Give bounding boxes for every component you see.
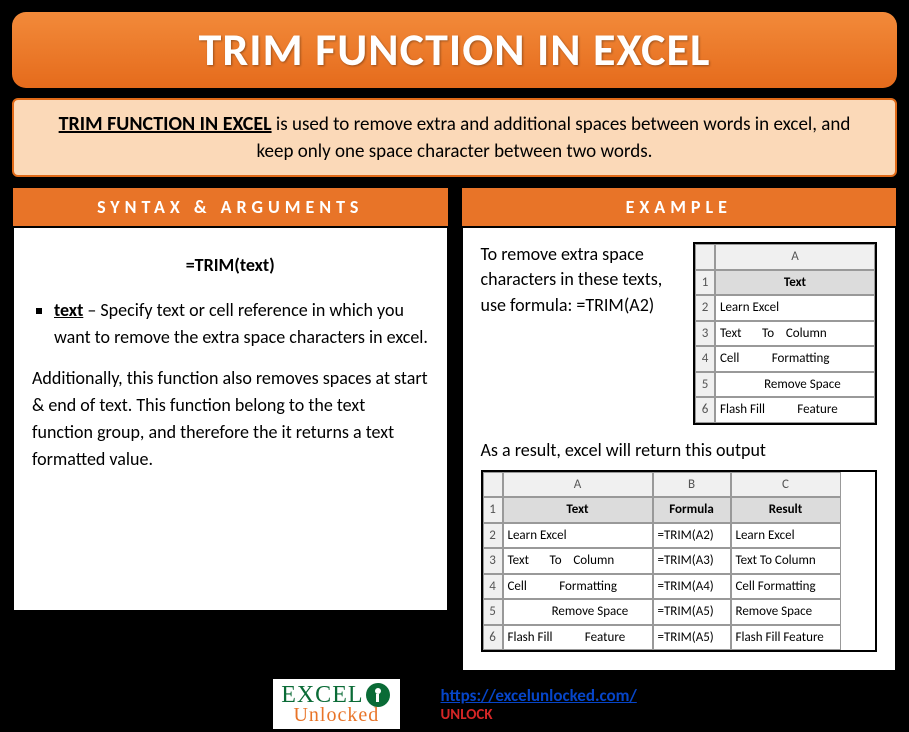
table-cell: Cell Formatting [715, 346, 875, 372]
argument-list: text – Specify text or cell reference in… [32, 297, 429, 351]
table-cell: Learn Excel [503, 523, 653, 549]
table-cell: Flash Fill Feature [715, 397, 875, 423]
table-row-head: 2 [483, 523, 503, 549]
keyhole-icon [366, 683, 390, 707]
table-col-head: C [731, 472, 841, 498]
example-input-table: A1Text2Learn Excel3Text To Column4Cell F… [693, 242, 877, 425]
table-header-cell: Formula [653, 497, 731, 523]
table-cell: Flash Fill Feature [503, 625, 653, 651]
table-cell: Text To Column [503, 548, 653, 574]
footer-link-block: https://excelunlocked.com/ UNLOCK [441, 685, 637, 724]
table-cell: =TRIM(A5) [653, 599, 731, 625]
example-top-text: To remove extra space characters in thes… [481, 242, 684, 318]
table-corner [483, 472, 503, 498]
table-header-cell: Result [731, 497, 841, 523]
argument-name: text [54, 299, 83, 321]
table-row-head: 5 [483, 599, 503, 625]
intro-lead: TRIM FUNCTION IN EXCEL [59, 112, 272, 136]
table-row-head: 1 [695, 270, 715, 296]
table-cell: Remove Space [715, 372, 875, 398]
footer-unlock-text: UNLOCK [441, 706, 637, 724]
table-header-cell: Text [503, 497, 653, 523]
table-cell: Text To Column [715, 321, 875, 347]
title-banner: TRIM FUNCTION IN EXCEL [12, 12, 897, 88]
footer: EXCEL Unlocked https://excelunlocked.com… [12, 678, 897, 730]
intro-box: TRIM FUNCTION IN EXCEL is used to remove… [12, 98, 897, 177]
table-row-head: 6 [483, 625, 503, 651]
table-row-head: 3 [695, 321, 715, 347]
table-corner [695, 244, 715, 270]
example-output-table: ABC1TextFormulaResult2Learn Excel=TRIM(A… [481, 470, 878, 653]
table-cell: Text To Column [731, 548, 841, 574]
footer-link[interactable]: https://excelunlocked.com/ [441, 685, 637, 706]
table-cell: Remove Space [503, 599, 653, 625]
table-row-head: 3 [483, 548, 503, 574]
table-cell: Learn Excel [715, 295, 875, 321]
logo: EXCEL Unlocked [272, 678, 400, 730]
argument-desc: – Specify text or cell reference in whic… [54, 299, 428, 348]
example-heading: EXAMPLE [461, 187, 898, 226]
intro-text: TRIM FUNCTION IN EXCEL is used to remove… [59, 113, 851, 163]
table-cell: Flash Fill Feature [731, 625, 841, 651]
page-title: TRIM FUNCTION IN EXCEL [12, 22, 897, 78]
table-cell: =TRIM(A2) [653, 523, 731, 549]
example-top-row: To remove extra space characters in thes… [481, 242, 878, 425]
table-cell: Cell Formatting [731, 574, 841, 600]
syntax-column: SYNTAX & ARGUMENTS =TRIM(text) text – Sp… [12, 187, 449, 672]
columns: SYNTAX & ARGUMENTS =TRIM(text) text – Sp… [12, 187, 897, 672]
table-row-head: 2 [695, 295, 715, 321]
example-column: EXAMPLE To remove extra space characters… [461, 187, 898, 672]
table-row-head: 6 [695, 397, 715, 423]
table-col-head: B [653, 472, 731, 498]
table-cell: Cell Formatting [503, 574, 653, 600]
intro-rest: is used to remove extra and additional s… [257, 113, 851, 163]
table-col-head: A [503, 472, 653, 498]
table-cell: Learn Excel [731, 523, 841, 549]
table-row-head: 4 [483, 574, 503, 600]
table-cell: =TRIM(A3) [653, 548, 731, 574]
table-header-cell: Text [715, 270, 875, 296]
logo-unlocked-text: Unlocked [293, 705, 379, 725]
syntax-heading: SYNTAX & ARGUMENTS [12, 187, 449, 226]
table-row-head: 5 [695, 372, 715, 398]
example-result-text: As a result, excel will return this outp… [481, 437, 878, 464]
page: TRIM FUNCTION IN EXCEL TRIM FUNCTION IN … [12, 12, 897, 730]
syntax-formula: =TRIM(text) [32, 252, 429, 279]
table-row-head: 1 [483, 497, 503, 523]
syntax-note: Additionally, this function also removes… [32, 365, 429, 473]
table-cell: =TRIM(A5) [653, 625, 731, 651]
example-body: To remove extra space characters in thes… [461, 226, 898, 672]
argument-text: text – Specify text or cell reference in… [54, 297, 429, 351]
table-row-head: 4 [695, 346, 715, 372]
syntax-body: =TRIM(text) text – Specify text or cell … [12, 226, 449, 612]
table-cell: =TRIM(A4) [653, 574, 731, 600]
table-col-head: A [715, 244, 875, 270]
table-cell: Remove Space [731, 599, 841, 625]
